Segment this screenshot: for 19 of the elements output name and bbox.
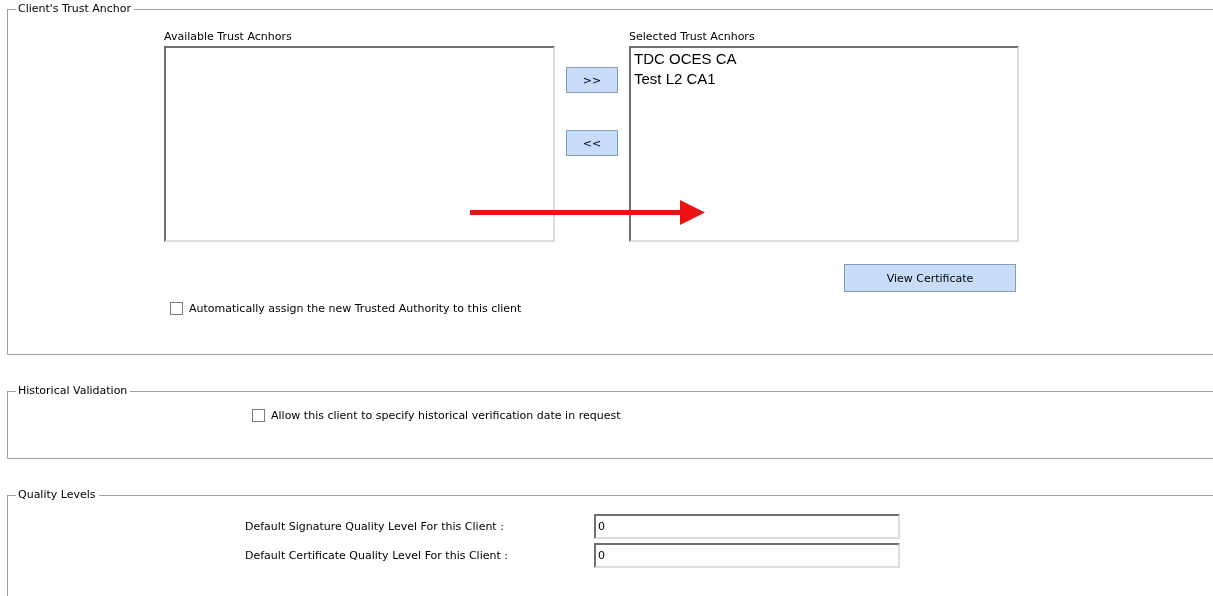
- move-button[interactable]: <<: [566, 130, 618, 156]
- list-box[interactable]: TDC OCES CA Test L2 CA1: [629, 46, 1019, 242]
- input-field[interactable]: 0: [594, 514, 900, 539]
- checkbox-label: Allow this client to specify historical verification date in request: [271, 409, 621, 422]
- checkbox-label: Automatically assign the new Trusted Authority to this client: [189, 302, 522, 315]
- list-box[interactable]: [164, 46, 555, 242]
- view-certificate-button[interactable]: View Certificate: [844, 264, 1016, 292]
- list-item[interactable]: Test L2 CA1: [634, 69, 716, 89]
- move-button[interactable]: >>: [566, 67, 618, 93]
- checkbox[interactable]: [170, 302, 183, 315]
- arrow-icon: [470, 200, 705, 225]
- input-field[interactable]: 0: [594, 543, 900, 568]
- list-item[interactable]: TDC OCES CA: [634, 49, 737, 69]
- group-title: Quality Levels: [16, 488, 99, 502]
- field-label: Default Certificate Quality Level For this Client :: [244, 549, 509, 562]
- checkbox[interactable]: [252, 409, 265, 422]
- field-label: Default Signature Quality Level For this Client :: [244, 520, 505, 533]
- list-label: Selected Trust Acnhors: [629, 30, 756, 44]
- list-label: Available Trust Acnhors: [164, 30, 293, 44]
